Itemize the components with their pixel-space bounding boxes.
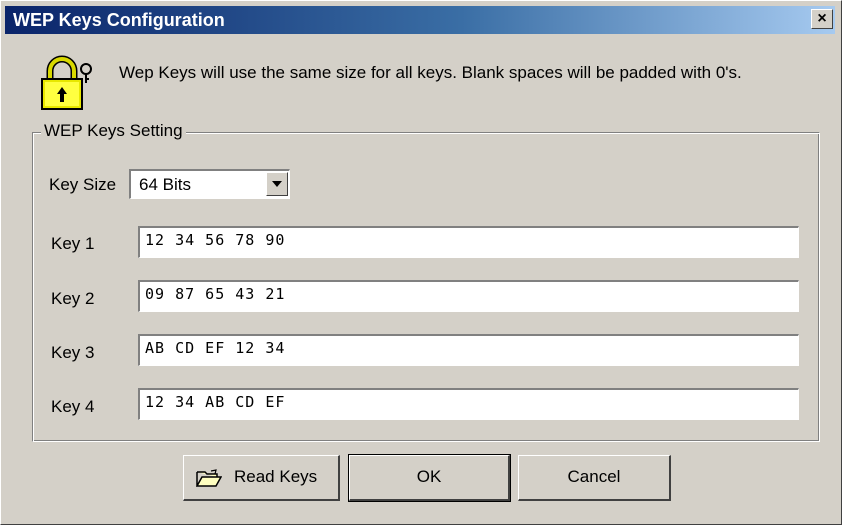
read-keys-label: Read Keys [234, 467, 318, 486]
lock-icon [41, 55, 92, 110]
key-3-input[interactable]: AB CD EF 12 34 [138, 334, 799, 366]
chevron-down-icon [272, 181, 282, 187]
wep-keys-dialog: WEP Keys Configuration × Wep Keys will u… [0, 0, 842, 525]
key-3-label: Key 3 [51, 343, 95, 362]
key-1-input[interactable]: 12 34 56 78 90 [138, 226, 799, 258]
key-2-label: Key 2 [51, 289, 95, 308]
read-keys-button[interactable]: Read Keys [183, 455, 340, 501]
window-title: WEP Keys Configuration [13, 10, 225, 30]
close-button[interactable]: × [811, 9, 833, 29]
open-folder-icon [196, 469, 222, 487]
close-icon: × [817, 10, 827, 27]
key-1-value: 12 34 56 78 90 [145, 231, 286, 249]
key-size-label: Key Size [49, 175, 117, 194]
dropdown-button[interactable] [266, 172, 288, 196]
key-2-value: 09 87 65 43 21 [145, 285, 286, 303]
key-4-value: 12 34 AB CD EF [145, 393, 286, 411]
key-4-label: Key 4 [51, 397, 95, 416]
cancel-button[interactable]: Cancel [518, 455, 671, 501]
title-bar[interactable]: WEP Keys Configuration × [5, 6, 835, 34]
key-4-input[interactable]: 12 34 AB CD EF [138, 388, 799, 420]
info-message: Wep Keys will use the same size for all … [119, 63, 742, 82]
key-2-input[interactable]: 09 87 65 43 21 [138, 280, 799, 312]
ok-button[interactable]: OK [348, 454, 511, 502]
cancel-label: Cancel [567, 467, 621, 486]
key-3-value: AB CD EF 12 34 [145, 339, 286, 357]
key-size-value: 64 Bits [139, 175, 191, 194]
key-size-select[interactable]: 64 Bits [129, 169, 290, 199]
key-1-label: Key 1 [51, 234, 95, 253]
group-legend: WEP Keys Setting [41, 121, 186, 141]
ok-label: OK [416, 467, 442, 486]
